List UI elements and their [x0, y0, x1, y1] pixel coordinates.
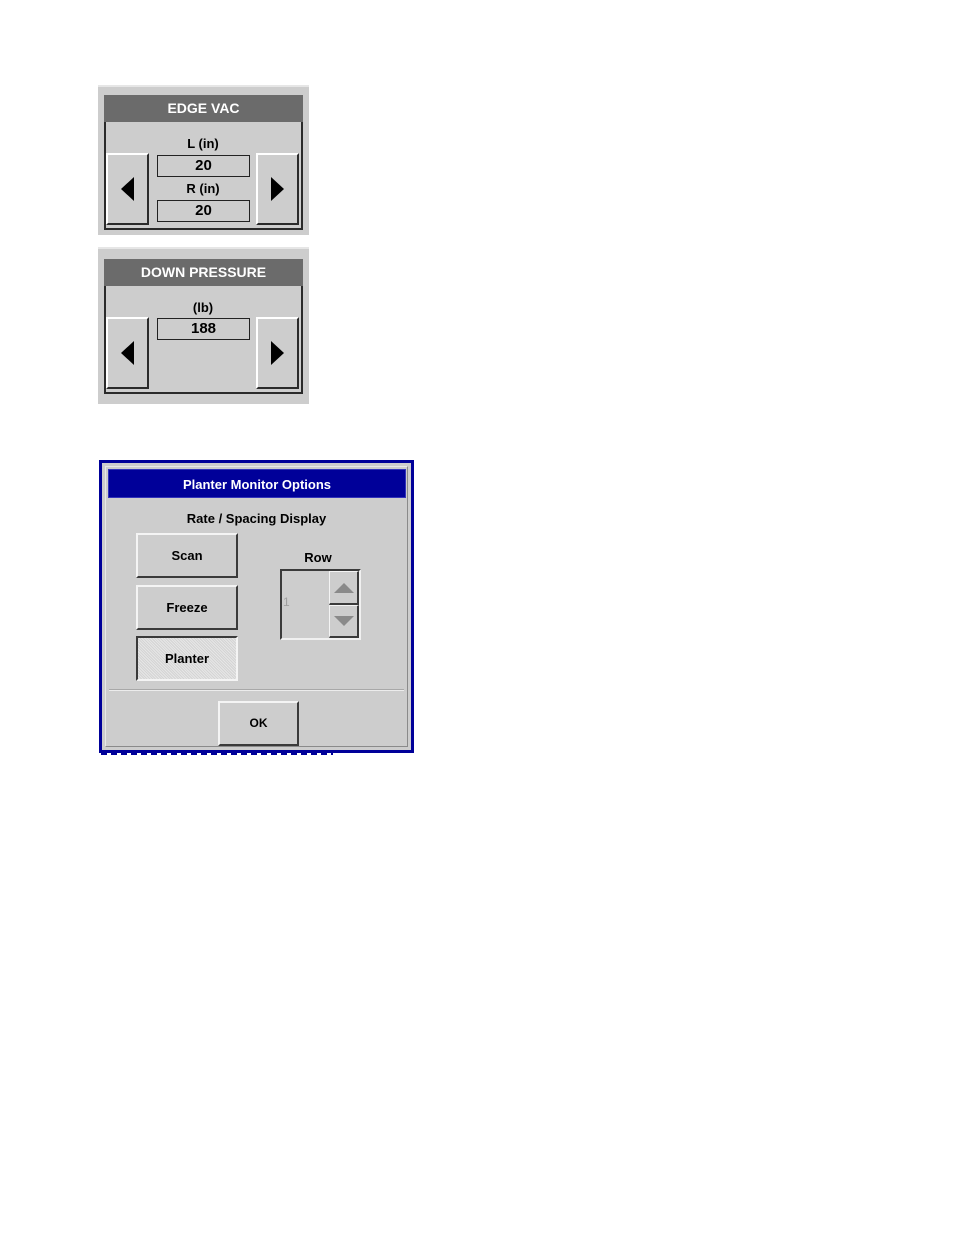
triangle-down-icon	[333, 616, 354, 626]
edge-vac-left-label: L (in)	[187, 136, 219, 151]
triangle-left-icon	[121, 341, 134, 365]
planter-button[interactable]: Planter	[136, 636, 238, 681]
row-spinner[interactable]: 1	[280, 569, 361, 640]
dialog-title: Planter Monitor Options	[108, 469, 406, 498]
edge-vac-body: L (in) 20 R (in) 20	[104, 122, 303, 230]
row-increment-button[interactable]	[329, 571, 359, 605]
focus-dashed-line	[101, 753, 333, 755]
edge-vac-title: EDGE VAC	[104, 95, 303, 122]
down-pressure-panel: DOWN PRESSURE (lb) 188	[98, 247, 309, 404]
row-label: Row	[304, 550, 332, 565]
edge-vac-increase-button[interactable]	[256, 153, 299, 225]
down-pressure-increase-button[interactable]	[256, 317, 299, 389]
edge-vac-left-value: 20	[157, 155, 250, 177]
rate-spacing-display-label: Rate / Spacing Display	[186, 511, 327, 526]
triangle-right-icon	[271, 341, 284, 365]
triangle-up-icon	[333, 582, 354, 593]
edge-vac-right-label: R (in)	[186, 181, 220, 196]
down-pressure-value: 188	[157, 318, 250, 340]
down-pressure-unit-label: (lb)	[192, 300, 214, 315]
dialog-divider	[109, 689, 404, 691]
down-pressure-title: DOWN PRESSURE	[104, 259, 303, 286]
planter-monitor-options-dialog: Planter Monitor Options Rate / Spacing D…	[99, 460, 414, 753]
row-value: 1	[283, 595, 290, 609]
freeze-button[interactable]: Freeze	[136, 585, 238, 630]
triangle-left-icon	[121, 177, 134, 201]
ok-button[interactable]: OK	[218, 701, 299, 746]
down-pressure-body: (lb) 188	[104, 286, 303, 394]
edge-vac-panel: EDGE VAC L (in) 20 R (in) 20	[98, 85, 309, 235]
down-pressure-decrease-button[interactable]	[106, 317, 149, 389]
scan-button[interactable]: Scan	[136, 533, 238, 578]
row-decrement-button[interactable]	[329, 605, 359, 638]
triangle-right-icon	[271, 177, 284, 201]
edge-vac-right-value: 20	[157, 200, 250, 222]
edge-vac-decrease-button[interactable]	[106, 153, 149, 225]
